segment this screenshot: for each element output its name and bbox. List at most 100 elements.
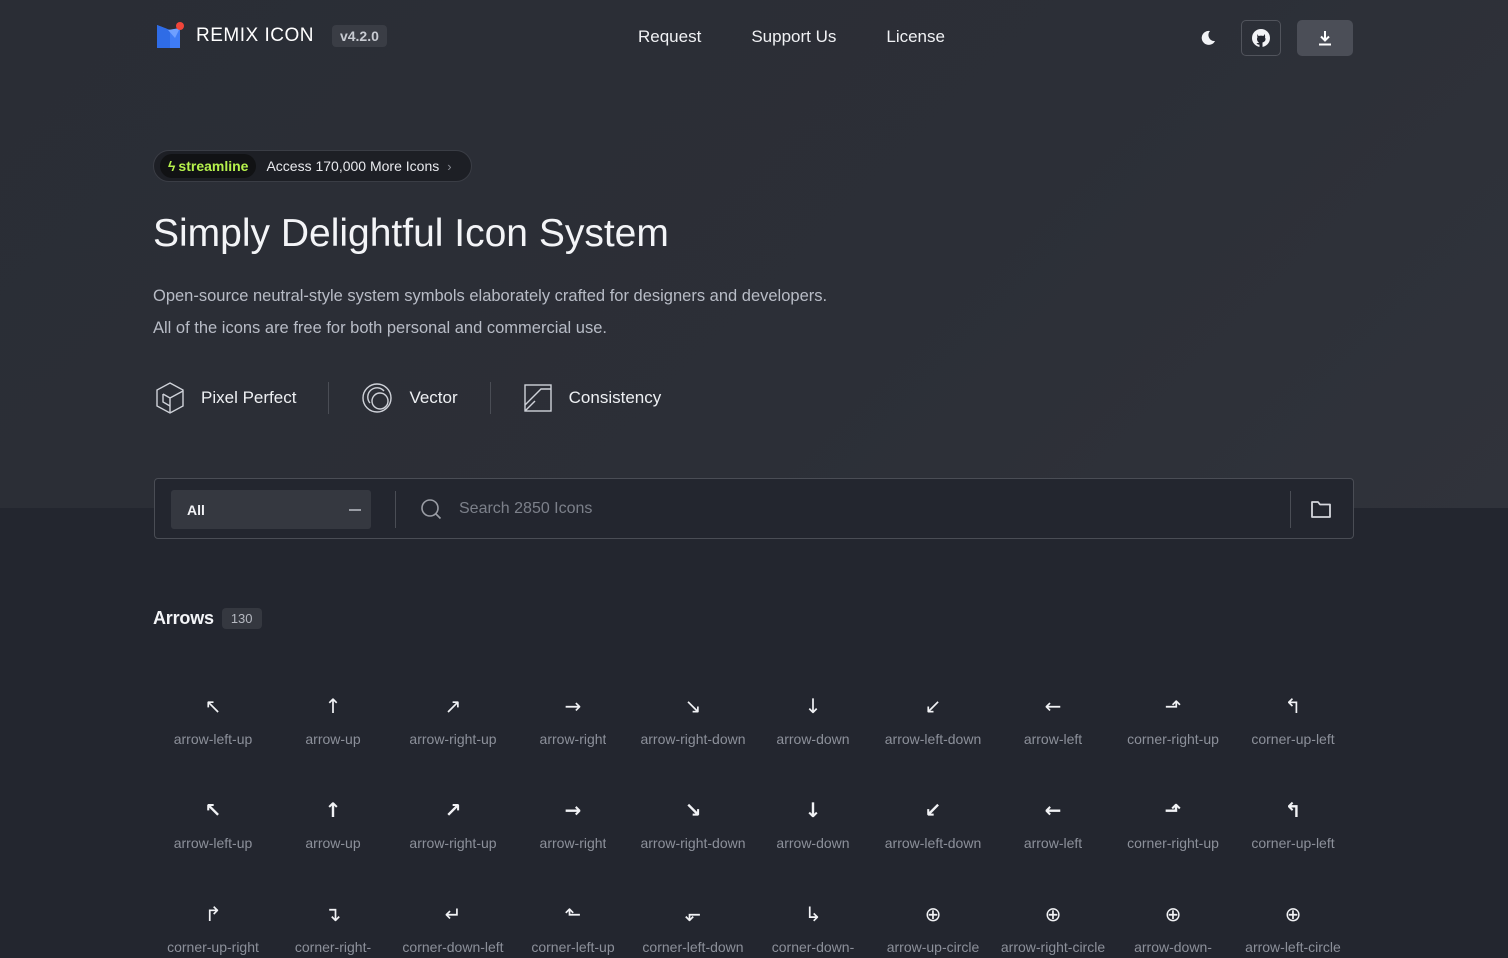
arrow-glyph-icon: ⊕: [924, 902, 942, 926]
nav-support-us[interactable]: Support Us: [751, 27, 836, 47]
icon-tile[interactable]: ⬐ corner-left-down: [633, 884, 753, 958]
promo-text: Access 170,000 More Icons: [266, 158, 440, 174]
section-header-arrows: Arrows 130: [153, 608, 262, 629]
icon-tile[interactable]: ⊕ arrow-up-circle: [873, 884, 993, 958]
logo-text: REMIX ICON: [196, 25, 314, 46]
icon-name-label: corner-down-left: [402, 939, 504, 955]
search-bar: All: [154, 478, 1354, 539]
icon-name-label: arrow-left: [1023, 835, 1083, 851]
arrow-glyph-icon: ↳: [804, 902, 822, 926]
streamline-promo-link[interactable]: ϟ streamline Access 170,000 More Icons ›: [153, 150, 472, 182]
arrow-glyph-icon: ↓: [804, 798, 822, 822]
arrow-glyph-icon: ↑: [324, 694, 342, 718]
feature-label: Vector: [409, 388, 458, 407]
feature-list: Pixel Perfect Vector Consistency: [155, 380, 661, 416]
icon-tile[interactable]: ↗ arrow-right-up: [393, 780, 513, 884]
nav-license[interactable]: License: [886, 27, 945, 47]
arrow-glyph-icon: ⬐: [684, 902, 702, 926]
feature-pixel-perfect: Pixel Perfect: [155, 381, 296, 415]
streamline-brand-text: streamline: [178, 158, 249, 174]
top-header: REMIX ICON v4.2.0 Request Support Us Lic…: [0, 0, 1508, 76]
arrow-glyph-icon: ↘: [684, 798, 702, 822]
arrow-glyph-icon: ↗: [444, 798, 462, 822]
divider: [1290, 491, 1291, 528]
category-select-value: All: [187, 501, 205, 518]
consistency-icon: [523, 384, 552, 412]
icon-name-label: arrow-right-up: [409, 835, 497, 851]
arrow-glyph-icon: ↙: [924, 694, 942, 718]
icon-name-label: arrow-up-circle: [886, 939, 980, 955]
icon-tile[interactable]: → arrow-right: [513, 676, 633, 780]
feature-consistency: Consistency: [523, 383, 661, 413]
icon-grid: ↖ arrow-left-up ↑ arrow-up ↗ arrow-right-up → a…: [153, 676, 1353, 958]
icon-tile[interactable]: ⊕ arrow-right-circle: [993, 884, 1113, 958]
icon-tile[interactable]: ↙ arrow-left-down: [873, 780, 993, 884]
icon-tile[interactable]: ↑ arrow-up: [273, 676, 393, 780]
category-select[interactable]: All: [171, 490, 371, 529]
icon-tile[interactable]: ↗ arrow-right-up: [393, 676, 513, 780]
arrow-glyph-icon: →: [564, 694, 582, 718]
theme-toggle-button[interactable]: [1193, 23, 1223, 53]
arrow-glyph-icon: ↴: [324, 902, 342, 926]
icon-tile[interactable]: ↘ arrow-right-down: [633, 676, 753, 780]
search-input[interactable]: [459, 495, 1279, 523]
icon-tile[interactable]: ⬏ corner-right-up: [1113, 676, 1233, 780]
divider: [395, 491, 396, 528]
icon-tile[interactable]: ↵ corner-down-left: [393, 884, 513, 958]
search-icon: [421, 499, 442, 520]
divider: [489, 382, 491, 414]
remix-logo-icon: [156, 22, 184, 50]
icon-name-label: arrow-right-down: [640, 731, 746, 747]
folder-icon[interactable]: [1310, 498, 1332, 520]
icon-tile[interactable]: ↰ corner-up-left: [1233, 780, 1353, 884]
arrow-glyph-icon: ↵: [444, 902, 462, 926]
icon-name-label: arrow-left-circle: [1245, 939, 1341, 955]
nav-request[interactable]: Request: [638, 27, 701, 47]
icon-name-label: arrow-right-circle: [1000, 939, 1106, 955]
feature-vector: Vector: [361, 382, 458, 414]
arrow-glyph-icon: ⊕: [1284, 902, 1302, 926]
arrow-glyph-icon: ↓: [804, 694, 822, 718]
icon-tile[interactable]: ↰ corner-up-left: [1233, 676, 1353, 780]
icon-tile[interactable]: ↖ arrow-left-up: [153, 780, 273, 884]
icon-name-label: corner-left-down: [642, 939, 744, 955]
icon-tile[interactable]: → arrow-right: [513, 780, 633, 884]
header-actions: [1193, 20, 1353, 56]
icon-name-label: arrow-up: [305, 835, 361, 851]
icon-tile[interactable]: ↳ corner-down-: [753, 884, 873, 958]
arrow-glyph-icon: ↰: [1284, 798, 1302, 822]
page: REMIX ICON v4.2.0 Request Support Us Lic…: [0, 0, 1508, 958]
icon-name-label: arrow-right: [539, 835, 607, 851]
icon-tile[interactable]: ↓ arrow-down: [753, 780, 873, 884]
icon-tile[interactable]: ⊕ arrow-left-circle: [1233, 884, 1353, 958]
icon-tile[interactable]: ↑ arrow-up: [273, 780, 393, 884]
icon-name-label: arrow-right-up: [409, 731, 497, 747]
arrow-glyph-icon: ⬏: [1164, 694, 1182, 718]
download-button[interactable]: [1297, 20, 1353, 56]
github-button[interactable]: [1241, 20, 1281, 56]
arrow-glyph-icon: ↗: [444, 694, 462, 718]
icon-tile[interactable]: ↙ arrow-left-down: [873, 676, 993, 780]
icon-name-label: arrow-right-down: [640, 835, 746, 851]
icon-name-label: corner-up-right: [167, 939, 259, 955]
icon-name-label: arrow-left-down: [884, 731, 982, 747]
icon-name-label: corner-right-up: [1127, 835, 1219, 851]
icon-tile[interactable]: ⊕ arrow-down-: [1113, 884, 1233, 958]
icon-tile[interactable]: ↱ corner-up-right: [153, 884, 273, 958]
logo[interactable]: REMIX ICON v4.2.0: [156, 22, 387, 50]
icon-tile[interactable]: ← arrow-left: [993, 780, 1113, 884]
icon-name-label: arrow-down-: [1134, 939, 1212, 955]
icon-tile[interactable]: ⬑ corner-left-up: [513, 884, 633, 958]
moon-icon: [1201, 30, 1215, 45]
icon-tile[interactable]: ⬏ corner-right-up: [1113, 780, 1233, 884]
icon-tile[interactable]: ↓ arrow-down: [753, 676, 873, 780]
icon-tile[interactable]: ↖ arrow-left-up: [153, 676, 273, 780]
icon-tile[interactable]: ↴ corner-right-: [273, 884, 393, 958]
vector-circle-icon: [362, 383, 393, 413]
arrow-glyph-icon: ↰: [1284, 694, 1302, 718]
section-title: Arrows: [153, 608, 214, 628]
arrow-glyph-icon: ↘: [684, 694, 702, 718]
icon-tile[interactable]: ↘ arrow-right-down: [633, 780, 753, 884]
feature-label: Pixel Perfect: [201, 388, 297, 407]
icon-tile[interactable]: ← arrow-left: [993, 676, 1113, 780]
